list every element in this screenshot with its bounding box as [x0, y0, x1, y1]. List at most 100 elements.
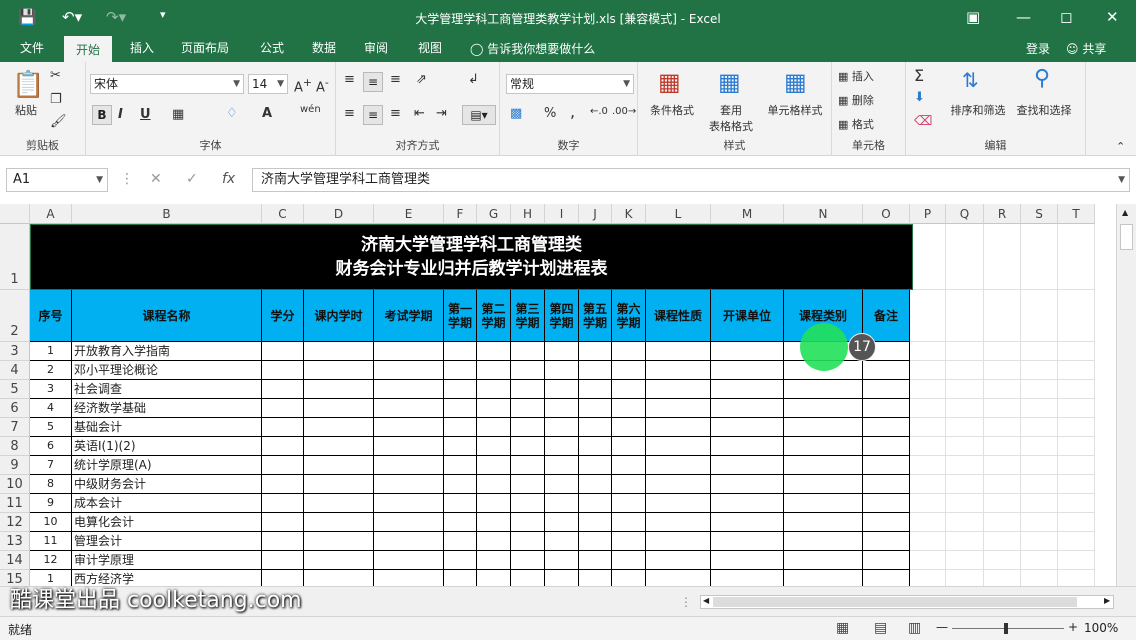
- table-cell[interactable]: [646, 399, 711, 418]
- column-header-s[interactable]: S: [1021, 204, 1058, 224]
- table-cell[interactable]: 经济数学基础: [72, 399, 262, 418]
- table-cell[interactable]: [477, 380, 511, 399]
- row-header-8[interactable]: 8: [0, 437, 30, 456]
- table-cell[interactable]: [579, 570, 612, 586]
- column-header-r[interactable]: R: [984, 204, 1021, 224]
- cell-styles-icon[interactable]: ▦: [784, 68, 807, 96]
- horizontal-scrollbar[interactable]: [700, 595, 1114, 609]
- row-header-6[interactable]: 6: [0, 399, 30, 418]
- row-header-9[interactable]: 9: [0, 456, 30, 475]
- header-cell[interactable]: 课内学时: [304, 290, 374, 342]
- column-header-c[interactable]: C: [262, 204, 304, 224]
- table-cell[interactable]: [579, 342, 612, 361]
- normal-view-icon[interactable]: ▦: [836, 620, 849, 636]
- table-cell[interactable]: [646, 551, 711, 570]
- table-cell[interactable]: [511, 437, 545, 456]
- table-cell[interactable]: [262, 342, 304, 361]
- table-cell[interactable]: [863, 380, 910, 399]
- wrap-text-icon[interactable]: ↲: [468, 72, 479, 87]
- column-header-q[interactable]: Q: [946, 204, 984, 224]
- table-cell[interactable]: [646, 437, 711, 456]
- enter-icon[interactable]: ✓: [186, 171, 198, 187]
- font-size-select[interactable]: 14 ▼: [248, 74, 288, 94]
- delete-cells-button[interactable]: ▦ 删除: [838, 92, 874, 108]
- table-cell[interactable]: [863, 475, 910, 494]
- table-cell[interactable]: [612, 513, 646, 532]
- column-header-h[interactable]: H: [511, 204, 545, 224]
- table-cell[interactable]: [612, 475, 646, 494]
- tab-review[interactable]: 审阅: [354, 36, 398, 62]
- sort-filter-icon[interactable]: ⇅: [962, 68, 979, 92]
- find-select-button[interactable]: 查找和选择: [1012, 102, 1076, 118]
- decrease-indent-icon[interactable]: ⇤: [414, 106, 425, 121]
- table-cell[interactable]: [784, 494, 863, 513]
- table-cell[interactable]: [612, 361, 646, 380]
- column-header-b[interactable]: B: [72, 204, 262, 224]
- table-cell[interactable]: [711, 342, 784, 361]
- table-cell[interactable]: [477, 494, 511, 513]
- table-cell[interactable]: [511, 532, 545, 551]
- table-cell[interactable]: [863, 361, 910, 380]
- table-cell[interactable]: 7: [30, 456, 72, 475]
- vertical-scrollbar[interactable]: ▲: [1116, 204, 1136, 586]
- row-header-3[interactable]: 3: [0, 342, 30, 361]
- table-cell[interactable]: [511, 551, 545, 570]
- conditional-format-button[interactable]: 条件格式: [642, 102, 702, 118]
- table-cell[interactable]: [444, 513, 477, 532]
- table-cell[interactable]: [711, 513, 784, 532]
- table-cell[interactable]: [374, 361, 444, 380]
- table-cell[interactable]: [784, 437, 863, 456]
- table-cell[interactable]: [545, 380, 579, 399]
- table-cell[interactable]: [262, 494, 304, 513]
- row-header-7[interactable]: 7: [0, 418, 30, 437]
- table-cell[interactable]: [511, 418, 545, 437]
- table-cell[interactable]: [612, 551, 646, 570]
- percent-button[interactable]: %: [544, 106, 556, 121]
- table-cell[interactable]: [262, 418, 304, 437]
- header-cell[interactable]: 第六学期: [612, 290, 646, 342]
- table-cell[interactable]: [304, 551, 374, 570]
- table-cell[interactable]: [511, 475, 545, 494]
- table-cell[interactable]: [863, 570, 910, 586]
- table-cell[interactable]: [304, 361, 374, 380]
- table-cell[interactable]: [646, 380, 711, 399]
- select-all-corner[interactable]: [0, 204, 30, 224]
- table-cell[interactable]: 管理会计: [72, 532, 262, 551]
- table-cell[interactable]: 电算化会计: [72, 513, 262, 532]
- comma-button[interactable]: ,: [570, 102, 575, 121]
- table-cell[interactable]: [262, 380, 304, 399]
- table-cell[interactable]: [646, 570, 711, 586]
- column-header-e[interactable]: E: [374, 204, 444, 224]
- table-cell[interactable]: [711, 399, 784, 418]
- table-cell[interactable]: [374, 456, 444, 475]
- autosum-icon[interactable]: Σ: [914, 66, 924, 85]
- table-cell[interactable]: [579, 532, 612, 551]
- table-cell[interactable]: [711, 475, 784, 494]
- header-cell[interactable]: 第四学期: [545, 290, 579, 342]
- table-cell[interactable]: [784, 551, 863, 570]
- table-cell[interactable]: [579, 380, 612, 399]
- table-cell[interactable]: [612, 399, 646, 418]
- zoom-out-icon[interactable]: —: [936, 620, 948, 634]
- table-cell[interactable]: [304, 513, 374, 532]
- column-header-n[interactable]: N: [784, 204, 863, 224]
- zoom-level[interactable]: 100%: [1084, 621, 1118, 635]
- header-cell[interactable]: 序号: [30, 290, 72, 342]
- table-cell[interactable]: [444, 380, 477, 399]
- table-cell[interactable]: [374, 570, 444, 586]
- minimize-icon[interactable]: —: [1016, 8, 1031, 26]
- table-cell[interactable]: [304, 380, 374, 399]
- table-cell[interactable]: [646, 532, 711, 551]
- column-header-t[interactable]: T: [1058, 204, 1095, 224]
- table-cell[interactable]: [511, 456, 545, 475]
- table-cell[interactable]: [711, 532, 784, 551]
- cancel-icon[interactable]: ✕: [150, 171, 162, 187]
- name-box[interactable]: A1 ▼: [6, 168, 108, 192]
- increase-indent-icon[interactable]: ⇥: [436, 106, 447, 121]
- table-cell[interactable]: [477, 418, 511, 437]
- table-cell[interactable]: [262, 513, 304, 532]
- table-cell[interactable]: [784, 570, 863, 586]
- table-cell[interactable]: [477, 570, 511, 586]
- table-cell[interactable]: [262, 361, 304, 380]
- table-cell[interactable]: [477, 399, 511, 418]
